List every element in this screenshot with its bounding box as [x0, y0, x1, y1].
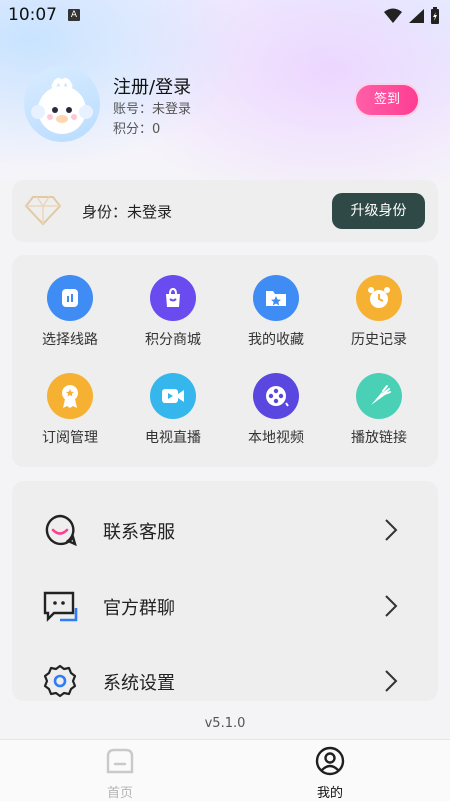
wifi-icon	[384, 8, 402, 23]
battery-icon	[431, 7, 439, 24]
menu-item-group-chat[interactable]: 官方群聊	[12, 571, 438, 641]
signal-icon	[409, 9, 424, 23]
status-bar: 10:07 A	[0, 0, 450, 32]
bottom-nav: 首页 我的	[0, 739, 450, 801]
grid-label: 历史记录	[351, 332, 407, 348]
diamond-icon	[24, 196, 62, 226]
nav-home-label: 首页	[106, 786, 133, 801]
group-chat-icon	[43, 591, 78, 622]
grid-label: 播放链接	[351, 430, 407, 446]
notification-icon: A	[68, 9, 80, 21]
home-icon	[106, 748, 134, 774]
grid-item-points-mall[interactable]: 积分商城	[128, 275, 218, 349]
chevron-right-icon	[385, 670, 398, 692]
route-icon	[47, 275, 93, 321]
avatar[interactable]	[24, 66, 100, 142]
video-camera-icon	[150, 373, 196, 419]
menu-label: 系统设置	[103, 673, 175, 694]
clock-icon	[356, 275, 402, 321]
grid-item-play-link[interactable]: 播放链接	[334, 373, 424, 447]
menu-list: 联系客服 官方群聊 系统设置	[12, 481, 438, 701]
points-text: 积分：0	[113, 122, 161, 137]
grid-label: 选择线路	[42, 332, 98, 348]
grid-item-history[interactable]: 历史记录	[334, 275, 424, 349]
film-reel-icon	[253, 373, 299, 419]
grid-label: 订阅管理	[42, 430, 98, 446]
grid-label: 积分商城	[145, 332, 201, 348]
gear-icon	[43, 664, 77, 698]
carrot-icon	[356, 373, 402, 419]
grid-item-live-tv[interactable]: 电视直播	[128, 373, 218, 447]
nav-mine-label: 我的	[316, 786, 343, 801]
user-icon	[315, 746, 345, 776]
identity-label: 身份：未登录	[82, 203, 173, 221]
grid-item-subscriptions[interactable]: 订阅管理	[25, 373, 115, 447]
nav-home[interactable]: 首页	[80, 746, 160, 801]
menu-item-settings[interactable]: 系统设置	[12, 646, 438, 716]
upgrade-button[interactable]: 升级身份	[332, 193, 425, 229]
menu-label: 官方群聊	[103, 598, 175, 619]
grid-label: 本地视频	[248, 430, 304, 446]
grid-item-local-video[interactable]: 本地视频	[231, 373, 321, 447]
version-text: v5.1.0	[204, 716, 246, 731]
chevron-right-icon	[385, 519, 398, 541]
feature-grid: 选择线路 积分商城 我的收藏 历史记录 订阅管理 电视直播 本地视频 播放链接	[12, 255, 438, 467]
mascot-icon	[31, 78, 93, 134]
menu-item-customer-service[interactable]: 联系客服	[12, 495, 438, 565]
grid-item-favorites[interactable]: 我的收藏	[231, 275, 321, 349]
smile-chat-icon	[45, 514, 77, 547]
menu-label: 联系客服	[103, 522, 175, 543]
identity-card: 身份：未登录 升级身份	[12, 180, 438, 242]
signin-button[interactable]: 签到	[356, 85, 418, 115]
grid-item-route[interactable]: 选择线路	[25, 275, 115, 349]
medal-icon	[47, 373, 93, 419]
grid-label: 我的收藏	[248, 332, 304, 348]
shopping-bag-icon	[150, 275, 196, 321]
chevron-right-icon	[385, 595, 398, 617]
status-icons	[384, 7, 440, 25]
folder-star-icon	[253, 275, 299, 321]
status-time: 10:07	[8, 5, 57, 25]
nav-mine[interactable]: 我的	[290, 746, 370, 801]
grid-label: 电视直播	[145, 430, 201, 446]
account-text: 账号：未登录	[113, 102, 192, 117]
login-title[interactable]: 注册/登录	[113, 73, 191, 99]
